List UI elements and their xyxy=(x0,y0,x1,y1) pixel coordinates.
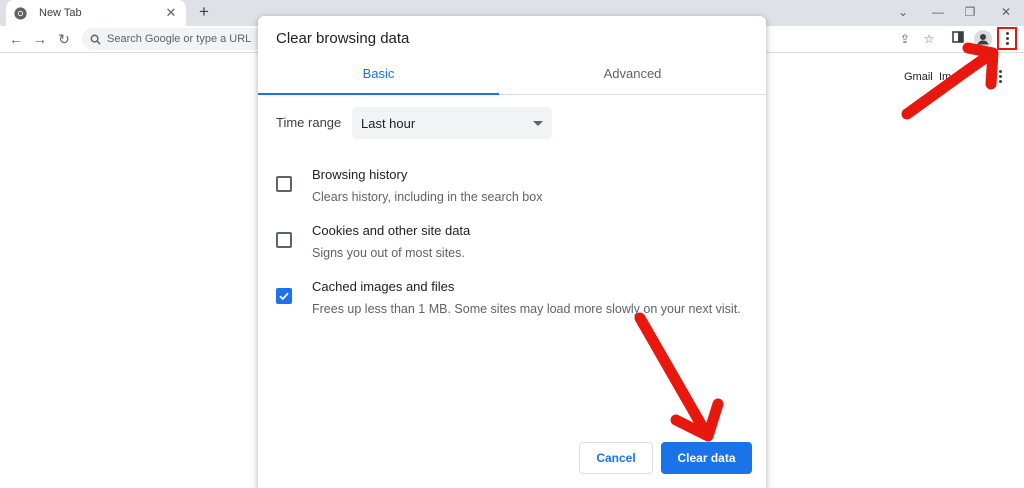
option-title: Cookies and other site data xyxy=(312,223,471,238)
search-icon xyxy=(90,34,101,45)
annotation-arrow-menu xyxy=(901,48,997,120)
time-range-label: Time range xyxy=(276,115,342,130)
gmail-link[interactable]: Gmail xyxy=(904,71,933,83)
time-range-select[interactable]: Last hour xyxy=(352,107,552,139)
dialog-tabs: Basic Advanced xyxy=(258,62,766,95)
restore-icon[interactable]: ❐ xyxy=(960,4,980,20)
tab-new-tab[interactable]: New Tab ✕ xyxy=(6,0,186,26)
option-title: Cached images and files xyxy=(312,279,455,294)
side-panel-icon[interactable] xyxy=(949,30,967,48)
window-close-icon[interactable]: ✕ xyxy=(996,4,1016,20)
option-description: Signs you out of most sites. xyxy=(312,246,465,260)
option-description: Frees up less than 1 MB. Some sites may … xyxy=(312,302,741,316)
star-icon[interactable]: ☆ xyxy=(920,30,938,48)
time-range-value: Last hour xyxy=(361,115,416,131)
cancel-button[interactable]: Cancel xyxy=(579,442,653,474)
tab-basic[interactable]: Basic xyxy=(258,62,499,95)
cookies-checkbox[interactable] xyxy=(276,232,292,248)
omnibox[interactable]: Search Google or type a URL xyxy=(82,28,264,50)
reload-icon[interactable]: ↻ xyxy=(54,29,74,49)
close-icon[interactable]: ✕ xyxy=(164,6,178,20)
profile-icon[interactable] xyxy=(974,30,992,48)
tab-advanced[interactable]: Advanced xyxy=(512,62,753,94)
cached-images-checkbox[interactable] xyxy=(276,288,292,304)
kebab-menu-icon[interactable] xyxy=(997,27,1017,50)
minimize-icon[interactable]: — xyxy=(928,4,948,20)
omnibox-placeholder: Search Google or type a URL xyxy=(107,33,252,45)
dialog-title: Clear browsing data xyxy=(276,30,410,47)
tab-advanced-label: Advanced xyxy=(603,66,662,81)
clear-data-button[interactable]: Clear data xyxy=(661,442,752,474)
active-tab-indicator xyxy=(258,93,499,95)
tab-search-icon[interactable]: ⌄ xyxy=(893,4,913,20)
annotation-arrow-menu-head xyxy=(962,42,999,90)
browsing-history-checkbox[interactable] xyxy=(276,176,292,192)
checkmark-icon xyxy=(279,292,289,301)
images-link[interactable]: Images xyxy=(939,71,953,83)
arrow-left-icon[interactable]: ← xyxy=(6,29,26,49)
arrow-right-icon[interactable]: → xyxy=(30,29,50,49)
tab-basic-label: Basic xyxy=(362,66,395,81)
share-icon[interactable]: ⇪ xyxy=(896,30,914,48)
option-description: Clears history, including in the search … xyxy=(312,190,543,204)
clear-browsing-data-dialog: Clear browsing data Basic Advanced Time … xyxy=(258,16,766,488)
new-tab-button[interactable]: + xyxy=(194,2,214,22)
chrome-icon xyxy=(14,6,27,20)
tab-title: New Tab xyxy=(39,7,82,19)
chevron-down-icon xyxy=(533,120,543,126)
option-title: Browsing history xyxy=(312,167,408,182)
apps-icon[interactable] xyxy=(999,70,1003,83)
